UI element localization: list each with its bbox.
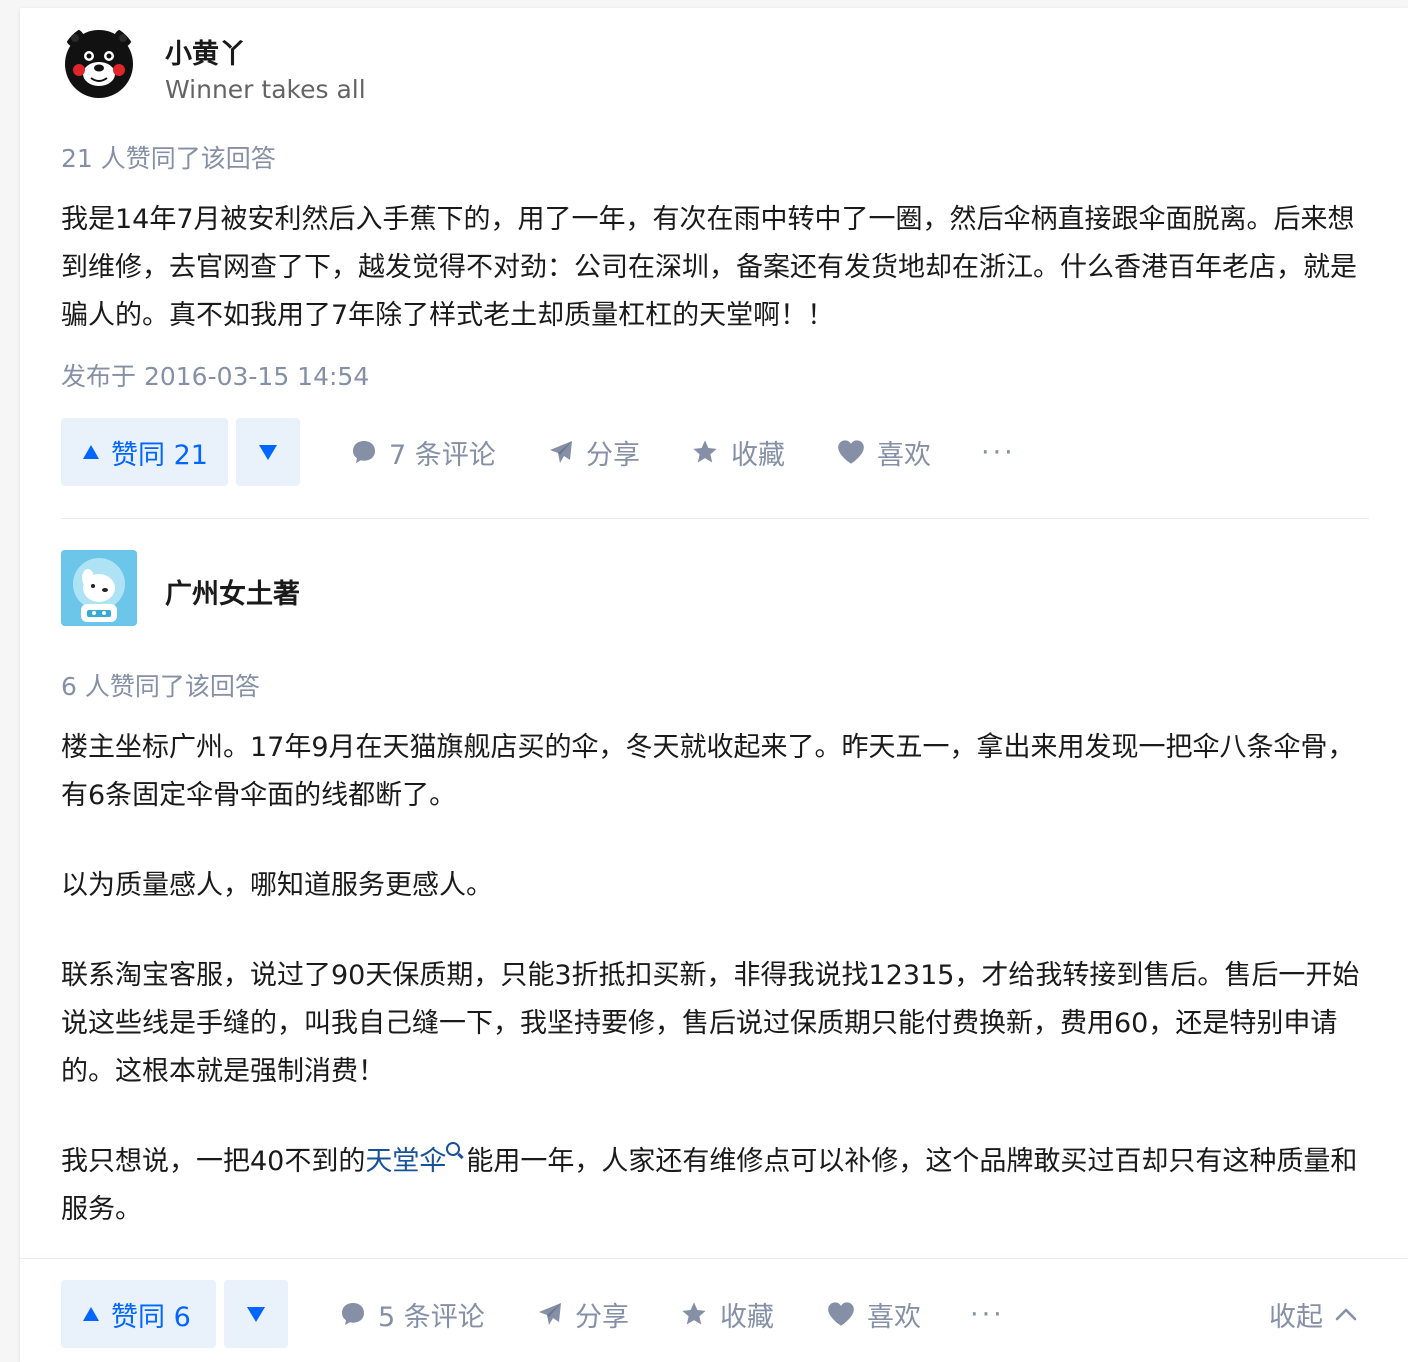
like-label: 喜欢	[867, 1301, 921, 1333]
answer-paragraph: 我是14年7月被安利然后入手蕉下的，用了一年，有次在雨中转中了一圈，然后伞柄直接…	[61, 204, 1357, 331]
search-keyword-link[interactable]: 天堂伞	[365, 1146, 446, 1177]
answer-1: 小黄丫 Winner takes all 21 人赞同了该回答 我是14年7月被…	[61, 22, 1369, 502]
votes-info: 6 人赞同了该回答	[61, 672, 260, 701]
paragraph-text: 我只想说，一把40不到的	[61, 1146, 366, 1177]
answer-paragraph: 联系淘宝客服，说过了90天保质期，只能3折抵扣买新，非得我说找12315，才给我…	[61, 960, 1360, 1087]
collect-label: 收藏	[720, 1301, 774, 1333]
more-button[interactable]: ···	[981, 418, 1016, 486]
vote-up-label: 赞同 21	[111, 439, 208, 471]
heart-icon	[828, 1302, 854, 1326]
collapse-label: 收起	[1269, 1301, 1323, 1333]
share-label: 分享	[586, 439, 640, 471]
paper-plane-icon	[550, 441, 572, 463]
like-label: 喜欢	[877, 439, 931, 471]
answer-2: 广州女土著 6 人赞同了该回答 楼主坐标广州。17年9月在天猫旗舰店买的伞，冬天…	[61, 550, 1369, 1250]
publish-time[interactable]: 发布于 2016-03-15 14:54	[61, 357, 369, 393]
heart-icon	[838, 440, 864, 464]
action-bar: 赞同 21 7 条评论 分享 收藏 喜欢 ···	[61, 418, 1369, 486]
comments-label: 7 条评论	[389, 439, 496, 471]
action-bar: 赞同 6 5 条评论 分享 收藏 喜欢 ··· 收起	[61, 1280, 1369, 1348]
comment-bubble-icon	[353, 441, 375, 463]
answer-divider	[61, 518, 1369, 519]
kumamon-avatar-image	[65, 29, 133, 98]
like-button[interactable]: 喜欢	[837, 418, 931, 486]
share-button[interactable]: 分享	[548, 418, 640, 486]
vote-up-button[interactable]: 赞同 21	[61, 418, 228, 486]
like-button[interactable]: 喜欢	[827, 1280, 921, 1348]
astronaut-dog-avatar-image	[61, 550, 137, 626]
answer-content: 我是14年7月被安利然后入手蕉下的，用了一年，有次在雨中转中了一圈，然后伞柄直接…	[61, 196, 1371, 340]
avatar[interactable]	[61, 550, 137, 626]
author-name[interactable]: 小黄丫	[165, 32, 246, 71]
collect-button[interactable]: 收藏	[680, 1280, 774, 1348]
sticky-bar-divider	[20, 1258, 1408, 1259]
share-button[interactable]: 分享	[537, 1280, 629, 1348]
answer-paragraph: 我只想说，一把40不到的天堂伞 能用一年，人家还有维修点可以补修，这个品牌敢买过百…	[61, 1138, 1371, 1234]
avatar[interactable]	[61, 24, 137, 100]
answer-content: 楼主坐标广州。17年9月在天猫旗舰店买的伞，冬天就收起来了。昨天五一，拿出来用发…	[61, 724, 1371, 1234]
star-icon	[693, 440, 717, 463]
answer-paragraph: 以为质量感人，哪知道服务更感人。	[61, 870, 493, 901]
collect-button[interactable]: 收藏	[691, 418, 785, 486]
vote-down-button[interactable]	[236, 418, 300, 486]
answer-paragraph: 楼主坐标广州。17年9月在天猫旗舰店买的伞，冬天就收起来了。昨天五一，拿出来用发…	[61, 732, 1355, 811]
triangle-up-icon	[83, 445, 99, 459]
author-info: 小黄丫 Winner takes all	[61, 22, 1369, 104]
chevron-up-icon	[1335, 1308, 1357, 1321]
collapse-button[interactable]: 收起	[1269, 1280, 1357, 1348]
star-icon	[682, 1302, 706, 1325]
comments-button[interactable]: 7 条评论	[351, 418, 496, 486]
comments-button[interactable]: 5 条评论	[340, 1280, 485, 1348]
triangle-down-icon	[247, 1306, 265, 1322]
triangle-down-icon	[259, 444, 277, 460]
more-button[interactable]: ···	[970, 1280, 1005, 1348]
comment-bubble-icon	[342, 1303, 364, 1325]
search-icon[interactable]	[446, 1142, 461, 1156]
triangle-up-icon	[83, 1307, 99, 1321]
vote-up-label: 赞同 6	[111, 1301, 191, 1333]
author-name[interactable]: 广州女土著	[165, 572, 300, 611]
paper-plane-icon	[539, 1303, 561, 1325]
sticky-action-area: 赞同 6 5 条评论 分享 收藏 喜欢 ··· 收起	[61, 1280, 1369, 1348]
answers-card: 小黄丫 Winner takes all 21 人赞同了该回答 我是14年7月被…	[20, 8, 1408, 1362]
vote-up-button[interactable]: 赞同 6	[61, 1280, 216, 1348]
share-label: 分享	[575, 1301, 629, 1333]
author-info: 广州女土著	[61, 550, 1369, 630]
comments-label: 5 条评论	[378, 1301, 485, 1333]
collect-label: 收藏	[731, 439, 785, 471]
votes-info: 21 人赞同了该回答	[61, 144, 276, 173]
vote-down-button[interactable]	[224, 1280, 288, 1348]
author-headline: Winner takes all	[165, 75, 366, 104]
